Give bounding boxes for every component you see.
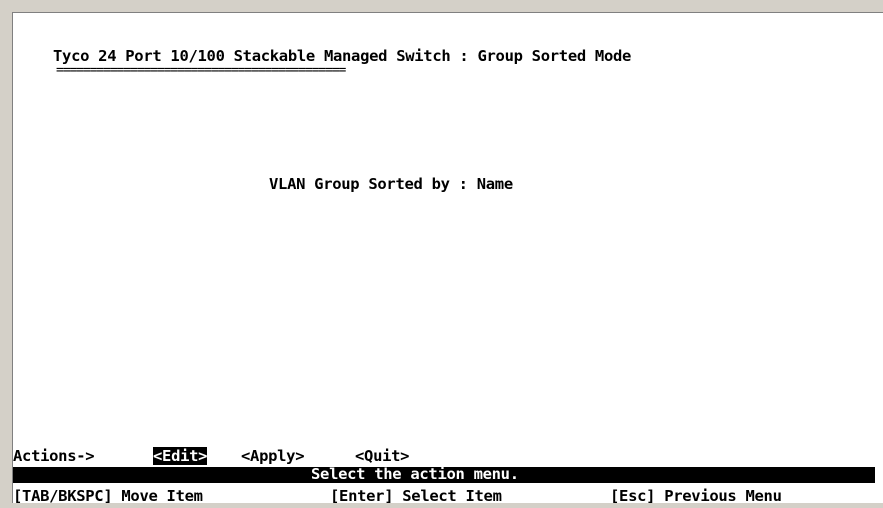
actions-label: Actions-> <box>13 447 95 465</box>
terminal-window: Tyco 24 Port 10/100 Stackable Managed Sw… <box>0 0 883 508</box>
help-select-item: [Enter] Select Item <box>330 487 502 505</box>
quit-action-button[interactable]: <Quit> <box>355 447 410 465</box>
help-bar: [TAB/BKSPC] Move Item [Enter] Select Ite… <box>13 487 883 505</box>
terminal-screen: Tyco 24 Port 10/100 Stackable Managed Sw… <box>13 13 883 505</box>
actions-menu: Actions-> <Edit> <Apply> <Quit> <box>13 447 883 465</box>
window-frame-left <box>0 12 13 508</box>
status-bar: Select the action menu. <box>13 465 875 483</box>
status-message: Select the action menu. <box>311 465 519 483</box>
help-move-item: [TAB/BKSPC] Move Item <box>13 487 203 505</box>
title-underline: ========================================… <box>56 63 346 78</box>
apply-action-button[interactable]: <Apply> <box>241 447 305 465</box>
vlan-group-sorted-field[interactable]: VLAN Group Sorted by : Name <box>269 175 513 193</box>
help-previous-menu: [Esc] Previous Menu <box>610 487 782 505</box>
edit-action-button[interactable]: <Edit> <box>153 447 208 465</box>
window-frame-top <box>0 0 883 13</box>
